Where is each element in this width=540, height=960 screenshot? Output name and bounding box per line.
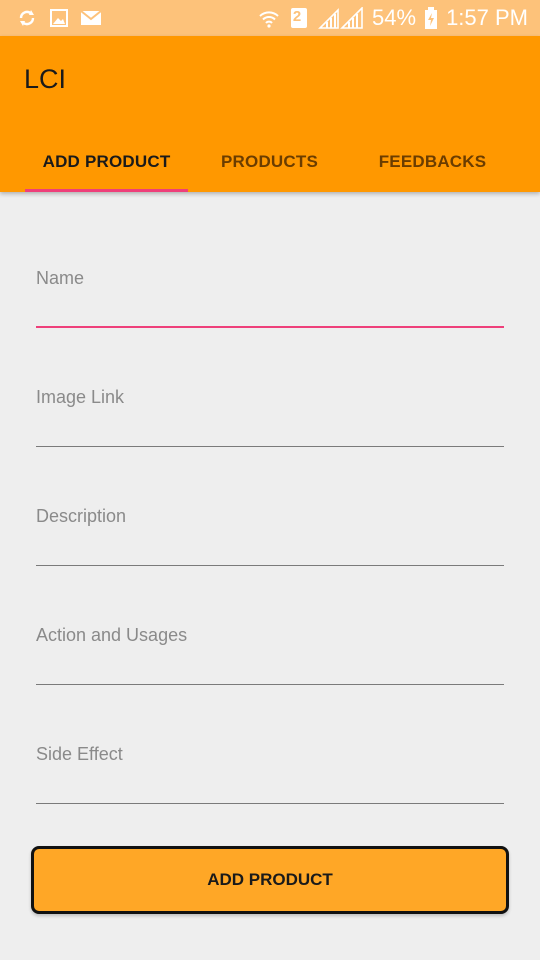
app-bar: LCI ADD PRODUCT PRODUCTS FEEDBACKS xyxy=(0,36,540,192)
tab-products[interactable]: PRODUCTS xyxy=(188,132,351,192)
name-input[interactable] xyxy=(36,268,508,312)
field-underline xyxy=(36,684,504,685)
field-underline xyxy=(36,446,504,447)
image-icon xyxy=(48,7,70,29)
tab-indicator xyxy=(25,189,188,192)
action-usages-field[interactable]: Action and Usages xyxy=(36,625,508,685)
description-input[interactable] xyxy=(36,506,508,550)
sync-icon xyxy=(16,7,38,29)
tab-feedbacks[interactable]: FEEDBACKS xyxy=(351,132,514,192)
field-underline xyxy=(36,803,504,804)
field-underline xyxy=(36,565,504,566)
tab-bar: ADD PRODUCT PRODUCTS FEEDBACKS xyxy=(25,132,515,192)
name-field[interactable]: Name xyxy=(36,268,508,328)
image-link-input[interactable] xyxy=(36,387,508,431)
button-label: ADD PRODUCT xyxy=(207,870,333,889)
clock: 1:57 PM xyxy=(446,5,528,30)
tab-label: FEEDBACKS xyxy=(378,152,487,171)
action-usages-input[interactable] xyxy=(36,625,508,669)
mail-icon xyxy=(80,7,102,29)
tab-add-product[interactable]: ADD PRODUCT xyxy=(25,132,188,192)
tab-label: ADD PRODUCT xyxy=(42,152,171,171)
battery-percent: 54% xyxy=(372,5,417,30)
battery-icon xyxy=(424,7,438,29)
tab-label: PRODUCTS xyxy=(221,152,318,171)
app-title: LCI xyxy=(24,64,67,94)
side-effect-field[interactable]: Side Effect xyxy=(36,744,508,804)
status-bar: 2 54% 1:57 PM xyxy=(0,0,540,36)
description-field[interactable]: Description xyxy=(36,506,508,566)
sim-icon: 2 xyxy=(288,7,310,29)
field-underline xyxy=(36,326,504,328)
image-link-field[interactable]: Image Link xyxy=(36,387,508,447)
signal-icon xyxy=(318,7,364,29)
add-product-button[interactable]: ADD PRODUCT xyxy=(31,846,509,914)
wifi-icon xyxy=(258,7,280,29)
side-effect-input[interactable] xyxy=(36,744,508,788)
